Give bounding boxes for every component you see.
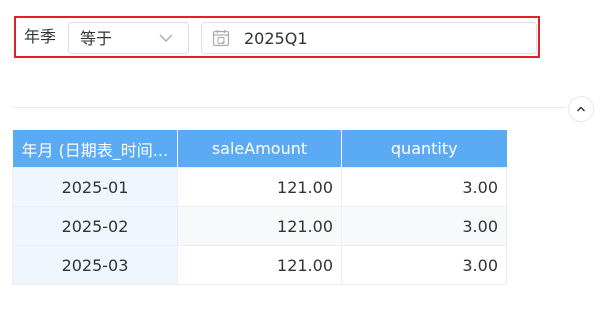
cell-saleamount: 121.00 bbox=[177, 245, 342, 285]
data-table: 年月 (日期表_时间... saleAmount quantity 2025-0… bbox=[12, 130, 507, 285]
chevron-up-icon bbox=[577, 106, 585, 112]
cell-quantity: 3.00 bbox=[341, 206, 507, 246]
quarter-input-value: 2025Q1 bbox=[244, 29, 308, 48]
quarter-input[interactable]: 2025Q1 bbox=[201, 22, 537, 54]
report-page: 年季 等于 2025Q1 年月 (日期表_时间... saleAmount qu… bbox=[0, 0, 604, 312]
cell-month: 2025-03 bbox=[12, 245, 178, 285]
chevron-down-icon bbox=[159, 34, 173, 42]
filter-bar: 年季 等于 2025Q1 bbox=[14, 16, 540, 58]
calendar-icon bbox=[212, 30, 230, 47]
table-header-row: 年月 (日期表_时间... saleAmount quantity bbox=[12, 130, 507, 168]
cell-month: 2025-02 bbox=[12, 206, 178, 246]
cell-saleamount: 121.00 bbox=[177, 206, 342, 246]
divider bbox=[12, 107, 566, 108]
table-row: 2025-01 121.00 3.00 bbox=[12, 167, 507, 207]
cell-saleamount: 121.00 bbox=[177, 167, 342, 207]
column-header-saleamount[interactable]: saleAmount bbox=[177, 130, 342, 168]
column-header-quantity[interactable]: quantity bbox=[341, 130, 507, 168]
cell-quantity: 3.00 bbox=[341, 245, 507, 285]
cell-quantity: 3.00 bbox=[341, 167, 507, 207]
table-row: 2025-02 121.00 3.00 bbox=[12, 206, 507, 246]
cell-month: 2025-01 bbox=[12, 167, 178, 207]
operator-select-value: 等于 bbox=[80, 29, 113, 48]
filter-label: 年季 bbox=[24, 27, 57, 46]
table-row: 2025-03 121.00 3.00 bbox=[12, 245, 507, 285]
collapse-button[interactable] bbox=[568, 96, 594, 122]
operator-select[interactable]: 等于 bbox=[68, 22, 189, 54]
column-header-month[interactable]: 年月 (日期表_时间... bbox=[12, 130, 178, 168]
